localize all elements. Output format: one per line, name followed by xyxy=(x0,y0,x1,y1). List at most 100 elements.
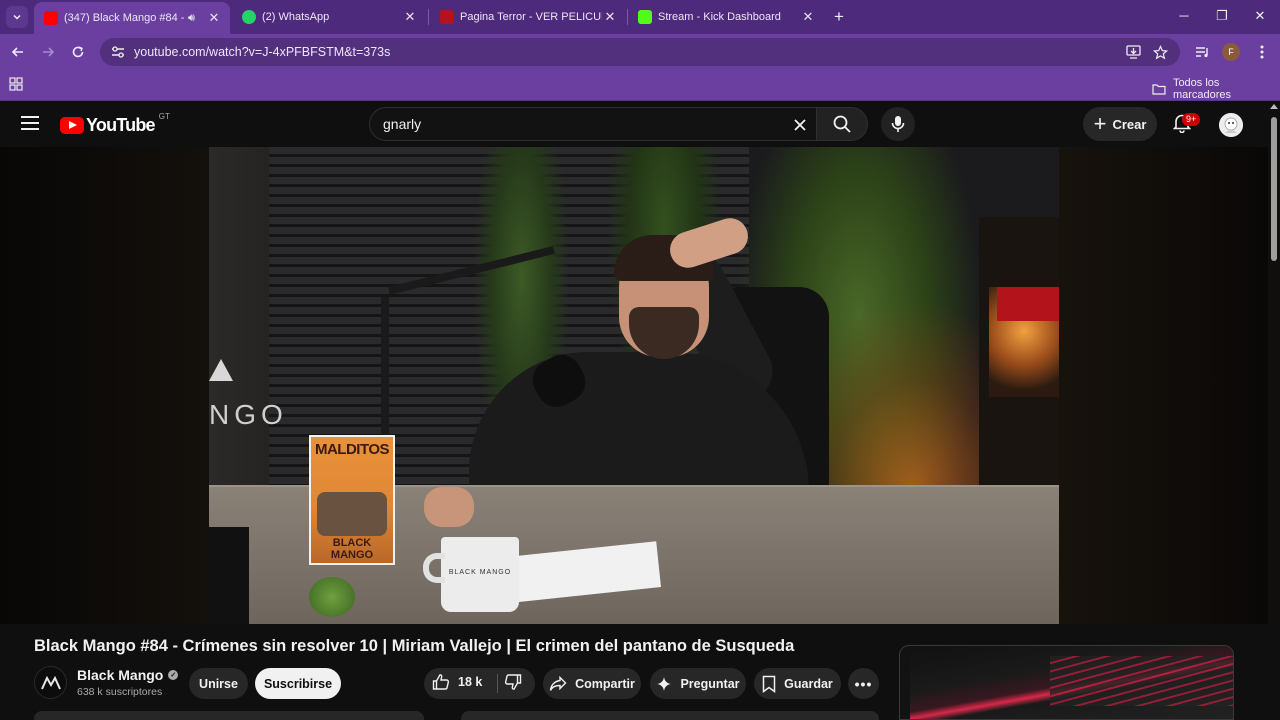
tab-youtube[interactable]: (347) Black Mango #84 - Crímenes sin res… xyxy=(34,2,230,34)
plus-icon: + xyxy=(1093,111,1107,136)
profile-avatar[interactable]: F xyxy=(1222,43,1240,61)
create-button[interactable]: + Crear xyxy=(1083,107,1157,141)
camera-rig xyxy=(209,527,249,624)
account-avatar[interactable] xyxy=(1219,113,1243,137)
join-label: Unirse xyxy=(199,676,238,691)
browser-toolbar: youtube.com/watch?v=J-4xPFBFSTM&t=373s F xyxy=(0,34,1280,70)
wall-logo-text: NGO xyxy=(209,399,288,430)
black-mango-logo-mark xyxy=(209,359,233,381)
tab-whatsapp[interactable]: (2) WhatsApp ✕ xyxy=(232,4,426,30)
description-box[interactable] xyxy=(34,711,424,720)
video-frame[interactable]: NGO MALDITOS BLACK MANGO BLACK MANGO xyxy=(209,147,1059,624)
comments-preview[interactable] xyxy=(461,711,879,720)
black-mango-logo-icon xyxy=(40,675,61,689)
thumbs-up-icon xyxy=(432,674,450,690)
folder-icon xyxy=(1152,84,1166,95)
like-button[interactable]: 18 k xyxy=(432,673,482,691)
speaker-icon[interactable]: 🔊︎ xyxy=(188,12,206,25)
scrollbar-thumb[interactable] xyxy=(1271,117,1277,261)
whatsapp-icon xyxy=(242,10,256,24)
ask-button[interactable]: Preguntar xyxy=(650,668,746,699)
mug-handle xyxy=(423,553,445,583)
more-horizontal-icon: ••• xyxy=(854,675,873,692)
bookmarks-bar: Todos los marcadores xyxy=(0,70,1280,101)
close-window-button[interactable]: ✕ xyxy=(1250,8,1270,24)
microphone-icon xyxy=(891,116,905,132)
clear-search-icon[interactable] xyxy=(790,115,810,135)
forward-button[interactable] xyxy=(38,42,58,62)
site-settings-icon[interactable] xyxy=(110,46,126,58)
like-dislike-group: 18 k xyxy=(424,668,535,699)
save-label: Guardar xyxy=(784,676,833,691)
bookmark-star-icon[interactable] xyxy=(1150,42,1170,62)
dislike-button[interactable] xyxy=(504,673,522,696)
tab-title: (2) WhatsApp xyxy=(262,11,330,23)
apps-grid-icon[interactable] xyxy=(9,77,23,96)
channel-avatar[interactable] xyxy=(34,666,67,699)
bookmark-icon xyxy=(762,675,776,693)
search-button[interactable] xyxy=(816,107,868,141)
arrow-left-icon xyxy=(11,47,23,57)
all-bookmarks-folder[interactable]: Todos los marcadores xyxy=(1152,77,1280,101)
like-count: 18 k xyxy=(458,675,483,689)
search-icon xyxy=(833,115,851,133)
kick-icon xyxy=(638,10,652,24)
more-actions-button[interactable]: ••• xyxy=(848,668,879,699)
browser-tab-strip: (347) Black Mango #84 - Crímenes sin res… xyxy=(0,0,1280,34)
arrow-right-icon xyxy=(43,47,55,57)
sparkle-icon xyxy=(657,676,672,691)
tab-pagina-terror[interactable]: Pagina Terror - VER PELICULAS ✕ xyxy=(430,4,626,30)
address-bar[interactable]: youtube.com/watch?v=J-4xPFBFSTM&t=373s xyxy=(100,38,1180,66)
subscribe-button[interactable]: Suscribirse xyxy=(255,668,341,699)
save-button[interactable]: Guardar xyxy=(754,668,841,699)
media-controls-icon[interactable] xyxy=(1192,42,1212,62)
sidebar-video-thumbnail[interactable] xyxy=(899,645,1234,720)
search-query-text: gnarly xyxy=(383,116,422,132)
new-tab-button[interactable]: + xyxy=(830,8,848,26)
back-button[interactable] xyxy=(8,42,28,62)
video-player[interactable]: NGO MALDITOS BLACK MANGO BLACK MANGO xyxy=(0,147,1268,624)
install-app-icon[interactable] xyxy=(1123,42,1143,62)
scroll-up-arrow-icon[interactable] xyxy=(1270,104,1278,109)
close-tab-button[interactable]: ✕ xyxy=(402,9,418,25)
subscriber-count: 638 k suscriptores xyxy=(77,686,163,698)
country-code: GT xyxy=(158,112,170,121)
tab-kick-dashboard[interactable]: Stream - Kick Dashboard ✕ xyxy=(628,4,824,30)
subscribe-label: Suscribirse xyxy=(263,676,333,691)
reload-button[interactable] xyxy=(68,42,88,62)
hamburger-menu-icon[interactable] xyxy=(21,116,39,130)
maximize-button[interactable]: ❐ xyxy=(1212,8,1232,24)
youtube-wordmark: YouTube xyxy=(86,115,156,135)
search-input[interactable]: gnarly xyxy=(369,107,816,141)
ambient-glow-right xyxy=(1059,147,1268,624)
ambient-glow-left xyxy=(0,147,209,624)
create-label: Crear xyxy=(1112,116,1147,132)
resting-hand xyxy=(424,487,474,527)
verified-badge-icon: ✓ xyxy=(168,670,179,680)
url-text: youtube.com/watch?v=J-4xPFBFSTM&t=373s xyxy=(134,45,391,59)
desk-plant xyxy=(309,577,355,617)
channel-name[interactable]: Black Mango ✓ xyxy=(77,667,179,683)
close-tab-button[interactable]: ✕ xyxy=(206,10,222,26)
reload-icon xyxy=(72,46,84,58)
page-scrollbar[interactable] xyxy=(1268,101,1280,720)
share-label: Compartir xyxy=(575,676,635,691)
voice-search-button[interactable] xyxy=(881,107,915,141)
share-icon xyxy=(549,675,567,691)
browser-menu-icon[interactable] xyxy=(1252,42,1272,62)
close-tab-button[interactable]: ✕ xyxy=(800,9,816,25)
channel-name-text: Black Mango xyxy=(77,667,164,683)
youtube-icon xyxy=(44,11,58,25)
minimize-button[interactable]: ─ xyxy=(1174,8,1194,23)
join-button[interactable]: Unirse xyxy=(189,668,248,699)
share-button[interactable]: Compartir xyxy=(543,668,641,699)
video-title: Black Mango #84 - Crímenes sin resolver … xyxy=(34,637,795,655)
tab-search-button[interactable] xyxy=(6,6,28,28)
youtube-logo[interactable]: YouTube GT xyxy=(60,112,170,136)
youtube-play-icon xyxy=(60,117,84,134)
youtube-masthead: YouTube GT gnarly + Crear xyxy=(0,101,1268,147)
book-title: MALDITOS xyxy=(314,441,390,458)
terror-site-icon xyxy=(440,10,454,24)
close-tab-button[interactable]: ✕ xyxy=(602,9,618,25)
ask-label: Preguntar xyxy=(680,676,740,691)
